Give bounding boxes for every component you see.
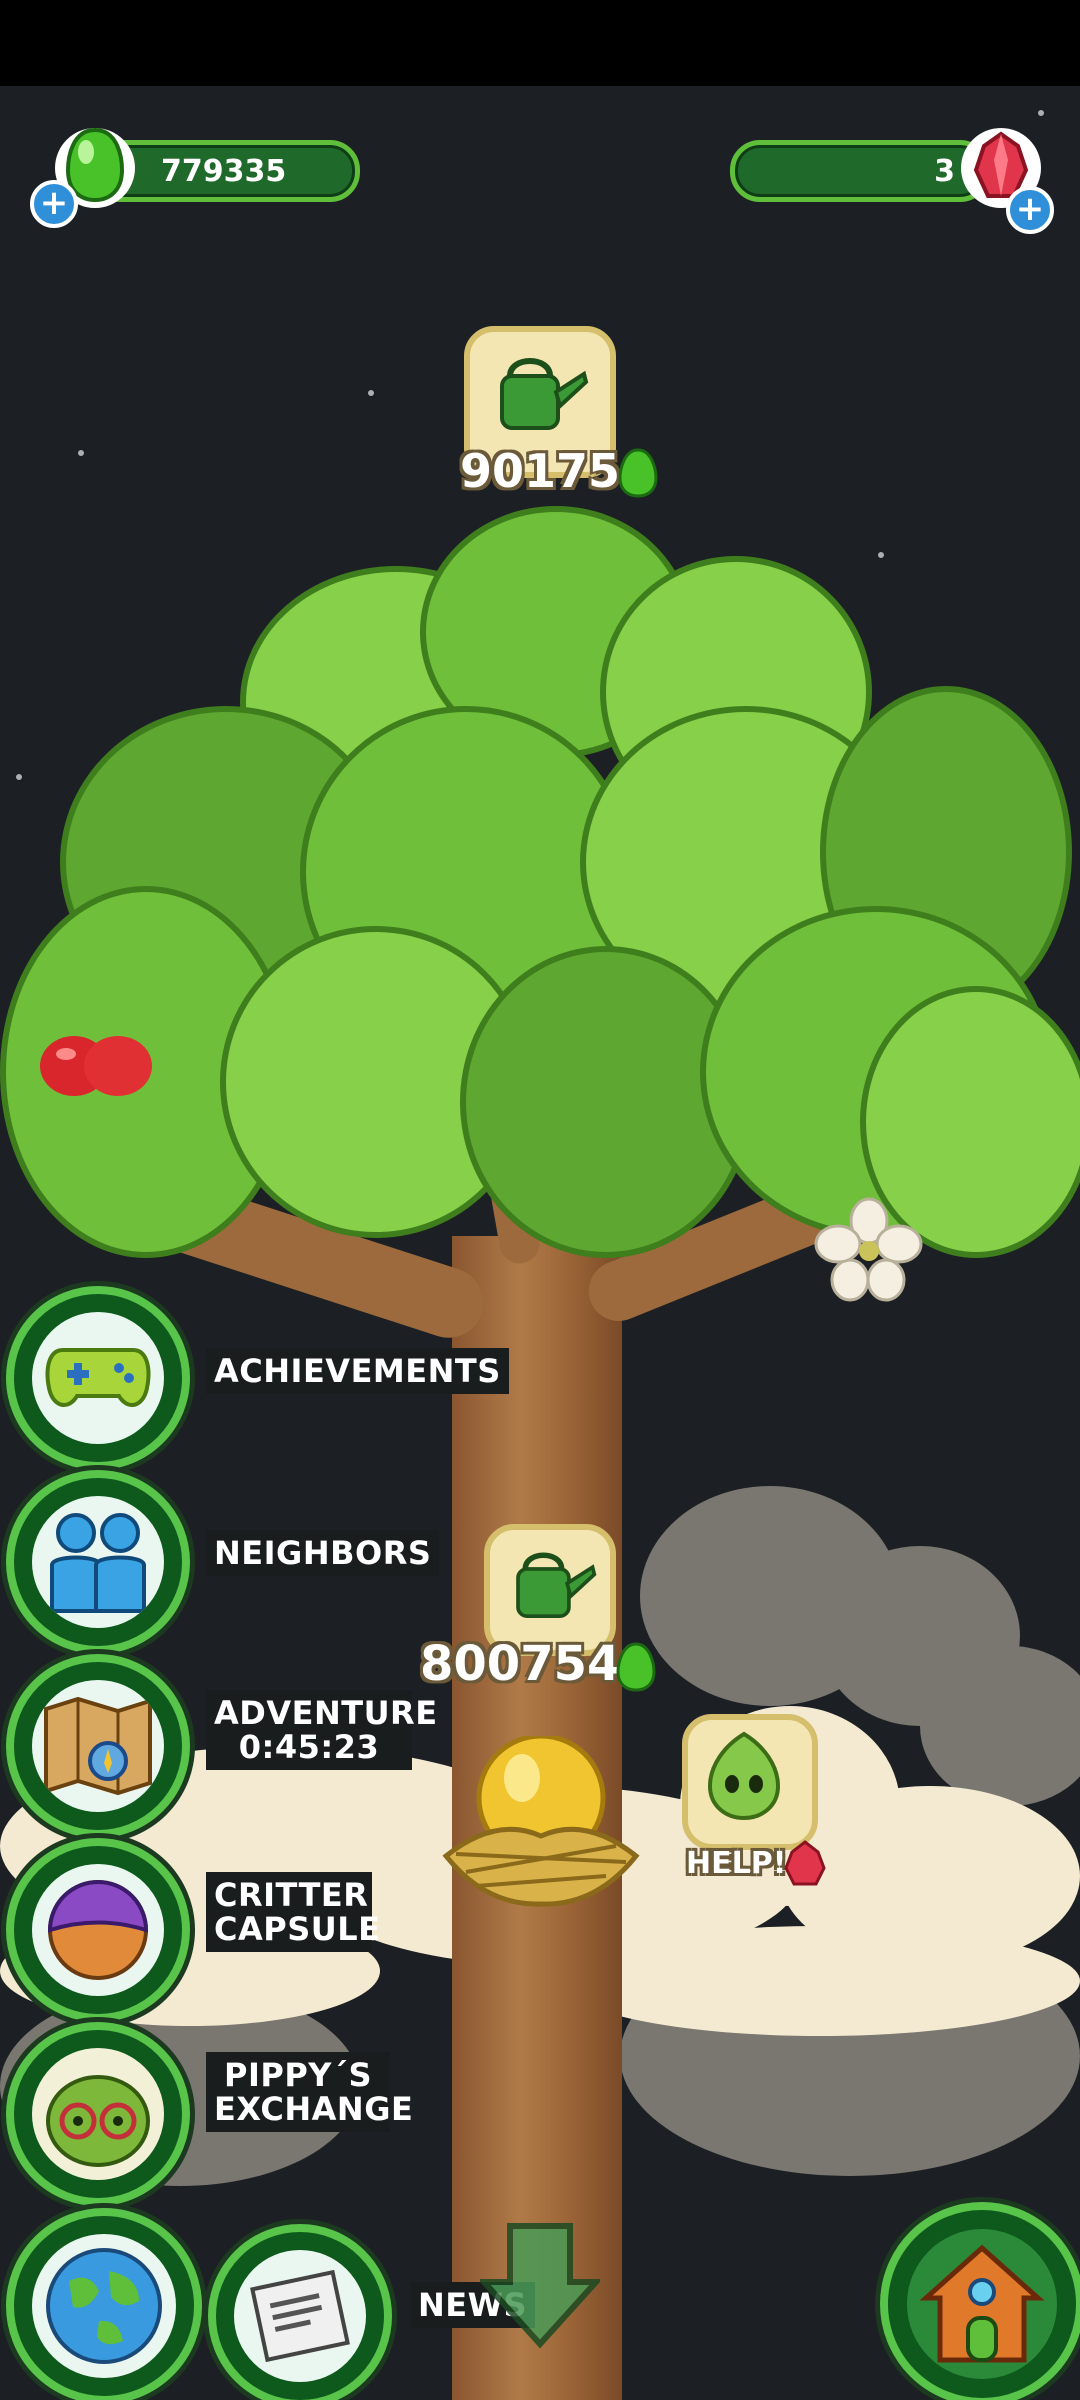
world-globe-button[interactable] (6, 2208, 202, 2400)
pippys-exchange-button[interactable] (6, 2022, 190, 2206)
neighbors-icon-bg (32, 1496, 164, 1628)
pippys-exchange-line1: PIPPY´S (224, 2056, 372, 2094)
green-drop-value: 779335 (161, 153, 287, 189)
critter-capsule-line1: CRITTER (214, 1876, 369, 1914)
star (878, 552, 884, 558)
help-label: HELP! (686, 1846, 787, 1881)
adventure-timer: 0:45:23 (238, 1728, 380, 1766)
pippys-exchange-icon-bg (32, 2048, 164, 2180)
house-icon (919, 2244, 1045, 2363)
treasure-map-icon (44, 1696, 152, 1796)
critter-capsule-line2: CAPSULE (214, 1910, 381, 1948)
achievements-icon-bg (32, 1312, 164, 1444)
game-scene[interactable]: 779335 + 3 + 90175 800754 HELP! ACHIEVEM… (0, 86, 1080, 2400)
star (16, 774, 22, 780)
critter-capsule-button[interactable] (6, 1838, 190, 2022)
star (1038, 110, 1044, 116)
add-green-drops-button[interactable]: + (30, 180, 78, 228)
gamepad-icon (45, 1348, 151, 1407)
home-icon-bg (907, 2229, 1057, 2379)
pippys-exchange-label[interactable]: PIPPY´S EXCHANGE (206, 2052, 414, 2132)
adventure-icon-bg (32, 1680, 164, 1812)
golden-egg-nest[interactable] (436, 1736, 646, 1916)
pippy-avatar-icon (46, 2075, 150, 2167)
neighbors-icon (50, 1513, 146, 1613)
dark-cloud (920, 1646, 1080, 1806)
news-button[interactable] (208, 2224, 392, 2400)
globe-icon-bg (32, 2234, 176, 2378)
red-heart-fruit[interactable] (36, 1022, 156, 1112)
red-gem-value: 3 (934, 153, 955, 189)
add-red-gems-button[interactable]: + (1006, 186, 1054, 234)
home-button[interactable] (880, 2202, 1080, 2400)
adventure-button[interactable] (6, 1654, 190, 1838)
star (368, 390, 374, 396)
red-gem-icon (784, 1840, 826, 1886)
scroll-down-arrow-icon[interactable] (480, 2220, 600, 2350)
watering-goal-trunk[interactable]: 800754 (418, 1524, 678, 1714)
achievements-label[interactable]: ACHIEVEMENTS (206, 1348, 509, 1394)
critter-capsule-icon-bg (32, 1864, 164, 1996)
adventure-label[interactable]: ADVENTURE 0:45:23 (206, 1690, 438, 1770)
watering-top-value: 90175 (460, 444, 621, 498)
watering-goal-top[interactable]: 90175 (440, 326, 670, 516)
news-icon-bg (234, 2250, 366, 2382)
neighbors-button[interactable] (6, 1470, 190, 1654)
star (78, 450, 84, 456)
capsule-icon (47, 1880, 149, 1980)
adventure-title: ADVENTURE (214, 1694, 438, 1732)
green-drop-icon (616, 1642, 656, 1692)
pippys-exchange-line2: EXCHANGE (214, 2090, 414, 2128)
achievements-button[interactable] (6, 1286, 190, 1470)
watering-can-icon (500, 358, 589, 430)
green-drop-counter[interactable]: 779335 + (30, 120, 360, 240)
red-gem-counter[interactable]: 3 + (730, 120, 1060, 240)
newspaper-icon (250, 2269, 350, 2363)
watering-can-icon (516, 1552, 597, 1618)
status-bar (0, 0, 1080, 86)
watering-trunk-value: 800754 (420, 1636, 621, 1692)
globe-icon (46, 2248, 162, 2364)
green-drop-icon (618, 448, 658, 498)
neighbors-label[interactable]: NEIGHBORS (206, 1530, 440, 1576)
help-bubble[interactable]: HELP! (662, 1714, 832, 1894)
red-gem-counter-bar: 3 (730, 140, 990, 202)
light-cloud (560, 1926, 1080, 2036)
white-flower[interactable] (814, 1196, 924, 1306)
leaf-critter-icon (707, 1731, 781, 1821)
critter-capsule-label[interactable]: CRITTER CAPSULE (206, 1872, 381, 1952)
